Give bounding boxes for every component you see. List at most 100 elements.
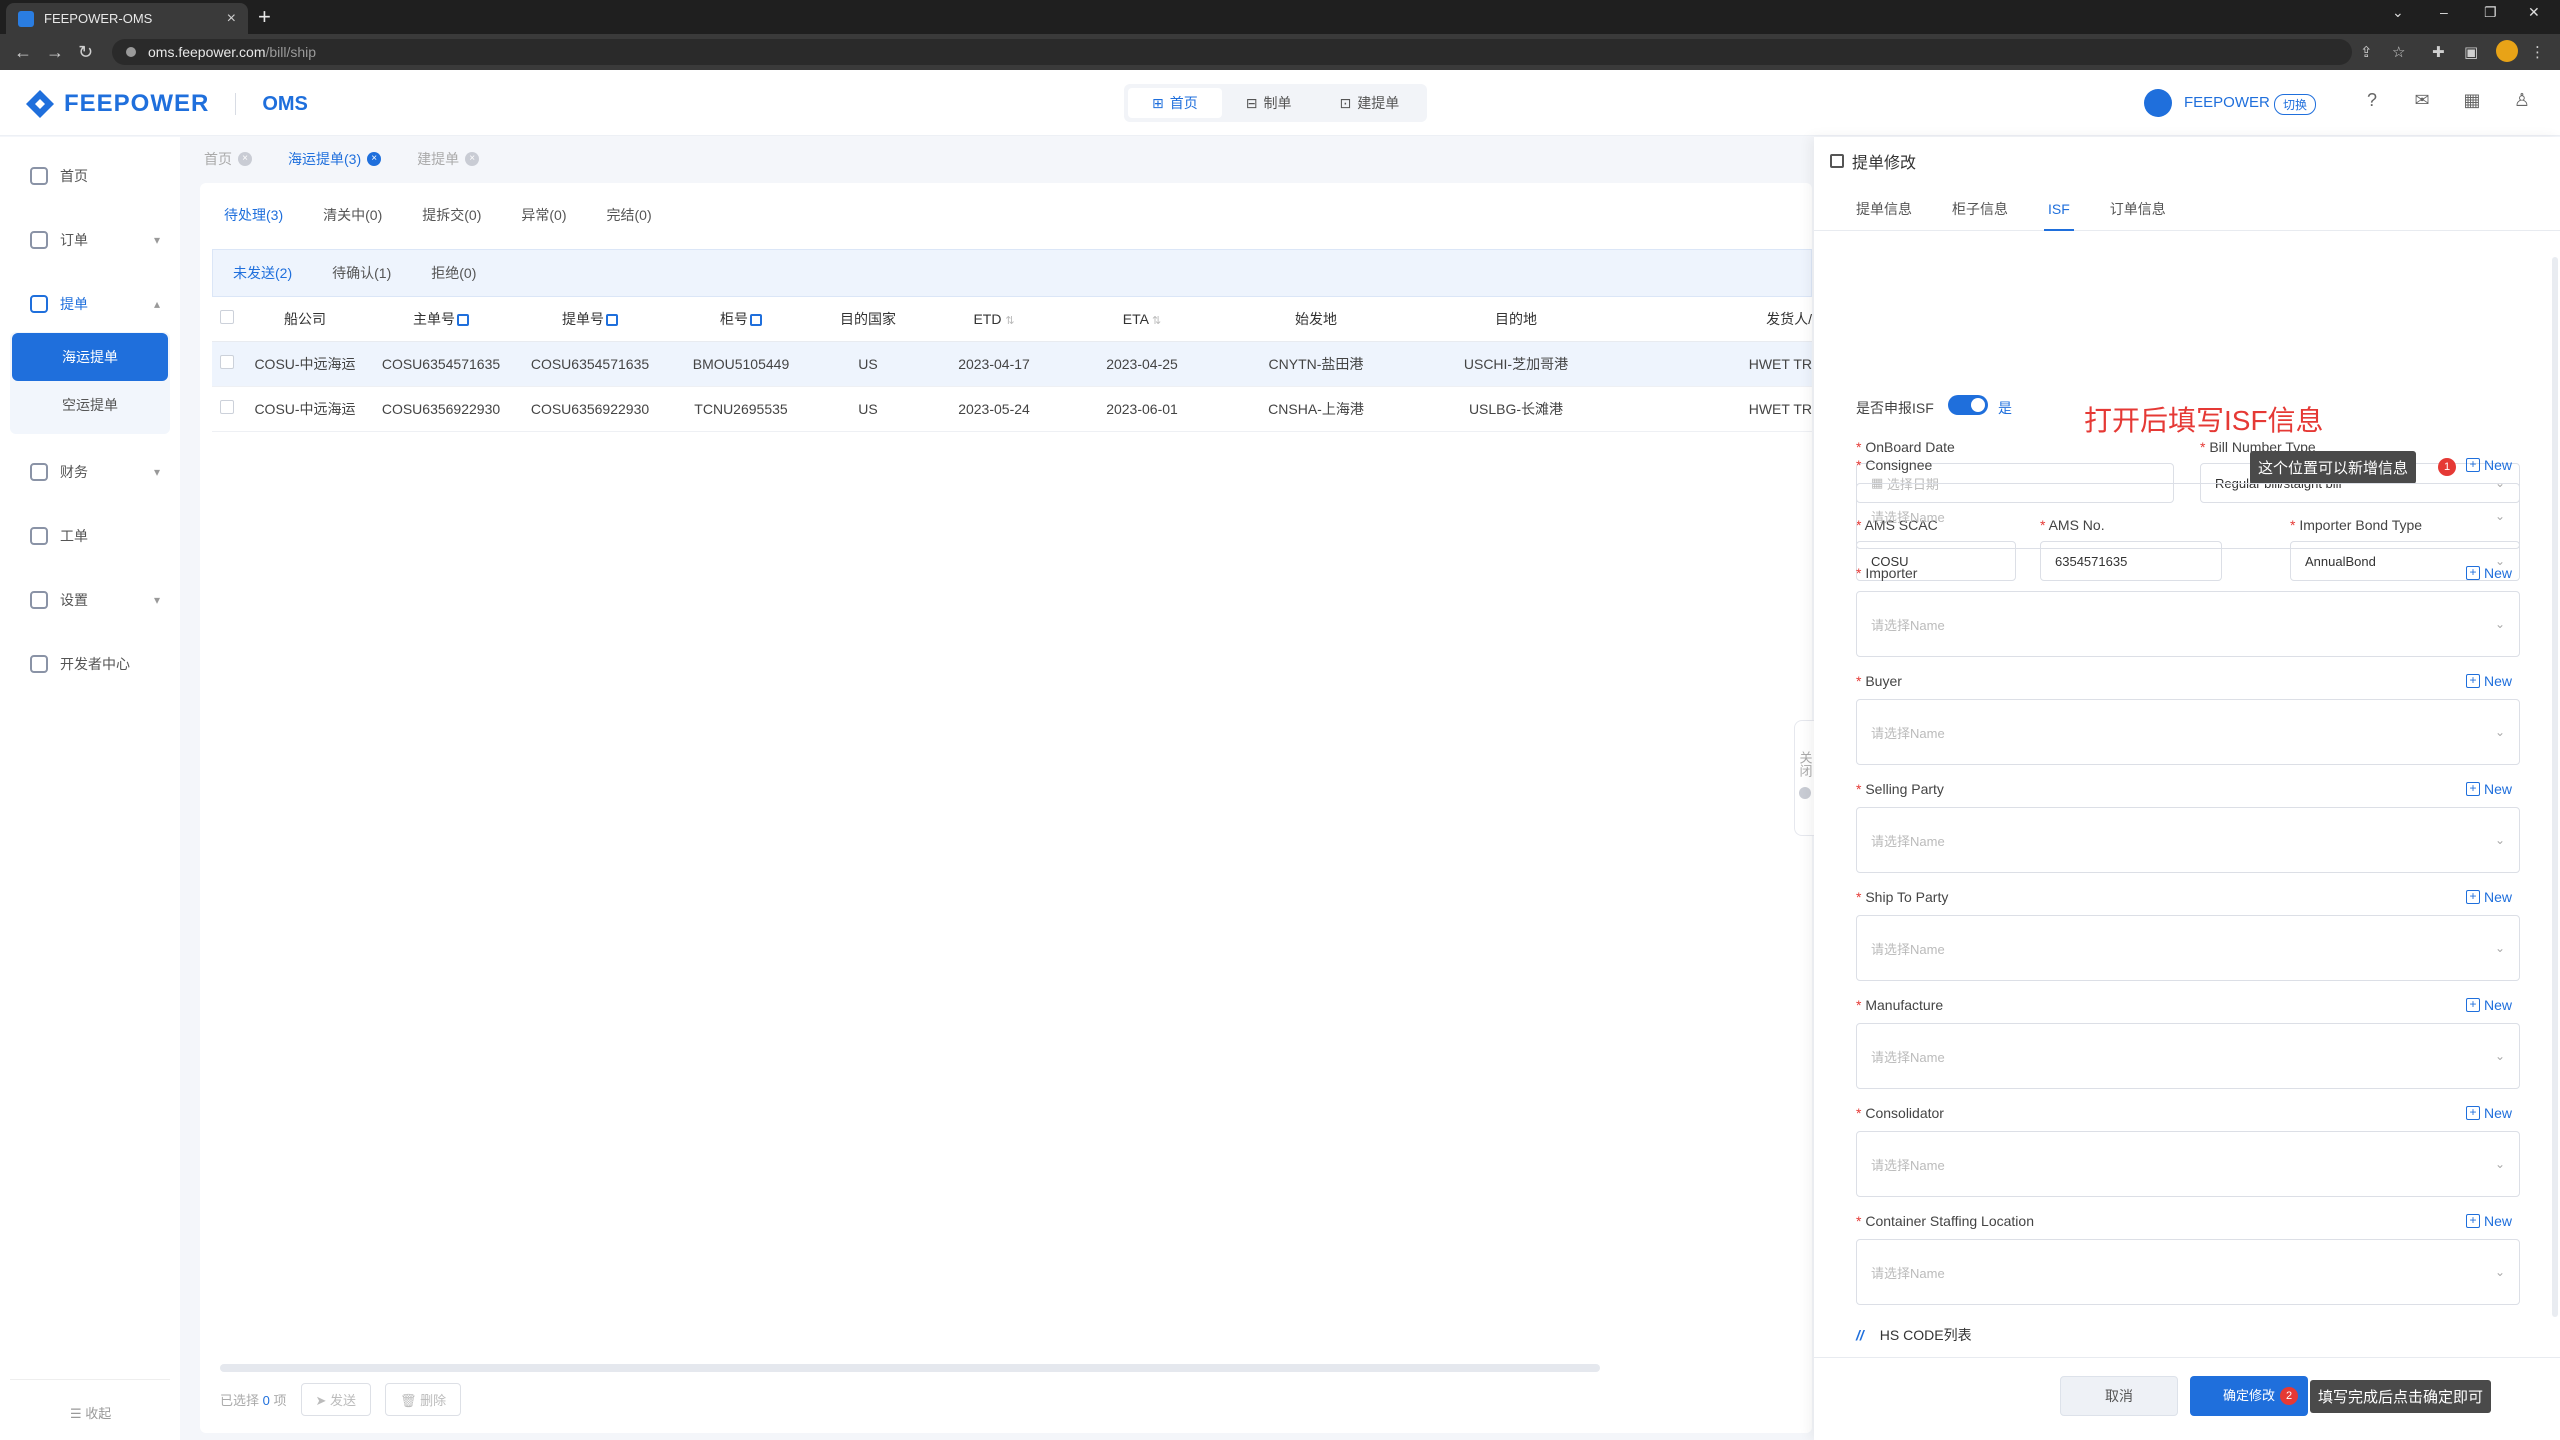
user-avatar[interactable] — [2144, 89, 2172, 117]
chevron-down-icon: ⌄ — [2494, 1049, 2505, 1063]
ship-to-party-select[interactable]: 请选择Name ⌄ — [1856, 915, 2520, 981]
sidebar-item-developer[interactable]: 开发者中心 — [0, 643, 180, 685]
url-path: /bill/ship — [265, 44, 317, 60]
tab-order-info[interactable]: 订单信息 — [2110, 199, 2166, 219]
close-icon[interactable]: × — [367, 152, 382, 166]
restore-icon[interactable]: ❐ — [2484, 4, 2497, 21]
star-icon[interactable]: ☆ — [2392, 43, 2405, 61]
table-row[interactable]: COSU-中远海运 COSU6354571635 COSU6354571635 … — [212, 341, 1812, 387]
container-location-select[interactable]: 请选择Name ⌄ — [1856, 1239, 2520, 1305]
page-tab-create-bill[interactable]: 建提单 × — [417, 149, 480, 169]
chevron-down-icon[interactable]: ⌄ — [2392, 4, 2404, 21]
drawer-scrollbar[interactable] — [2552, 257, 2558, 1317]
container-location-new-button[interactable]: + New — [2466, 1213, 2512, 1229]
table-row[interactable]: COSU-中远海运 COSU6356922930 COSU6356922930 … — [212, 386, 1812, 432]
consolidator-select[interactable]: 请选择Name ⌄ — [1856, 1131, 2520, 1197]
reload-icon[interactable]: ↻ — [78, 42, 93, 63]
row-checkbox[interactable] — [212, 341, 242, 387]
top-nav-create-bill[interactable]: ⊡ 建提单 — [1315, 88, 1423, 118]
copy-icon[interactable] — [457, 314, 469, 327]
close-icon[interactable]: × — [238, 152, 252, 166]
importer-new-button[interactable]: + New — [2466, 565, 2512, 581]
tab-rejected[interactable]: 拒绝(0) — [431, 263, 476, 283]
extensions-icon[interactable]: ✚ — [2432, 43, 2445, 61]
top-nav-home[interactable]: ⊞ 首页 — [1128, 88, 1222, 118]
sidebar-subitem-air-bill[interactable]: 空运提单 — [12, 381, 168, 429]
consignee-select[interactable]: 请选择Name ⌄ — [1856, 483, 2520, 549]
close-window-icon[interactable]: ✕ — [2528, 4, 2540, 21]
top-nav-make-order[interactable]: ⊟ 制单 — [1222, 88, 1316, 118]
minimize-icon[interactable]: – — [2440, 4, 2448, 20]
selling-party-select[interactable]: 请选择Name ⌄ — [1856, 807, 2520, 873]
user-icon[interactable]: ♙ — [2510, 90, 2534, 114]
tab-to-confirm[interactable]: 待确认(1) — [332, 263, 391, 283]
tab-bill-info[interactable]: 提单信息 — [1856, 199, 1912, 219]
manufacture-label: Manufacture — [1856, 997, 1943, 1013]
row-checkbox[interactable] — [212, 386, 242, 432]
column-header[interactable]: ETA ⇅ — [1068, 297, 1216, 342]
tab-exception[interactable]: 异常(0) — [521, 205, 566, 225]
selling-party-new-button[interactable]: + New — [2466, 781, 2512, 797]
calendar-icon[interactable]: ▦ — [2460, 90, 2484, 114]
plus-icon: + — [2466, 1214, 2480, 1228]
more-icon[interactable]: ⋮ — [2530, 43, 2545, 61]
select-all-checkbox[interactable] — [212, 297, 242, 342]
tab-delivery[interactable]: 提拆交(0) — [422, 205, 481, 225]
tab-pending[interactable]: 待处理(3) — [224, 205, 283, 225]
manufacture-new-button[interactable]: + New — [2466, 997, 2512, 1013]
message-icon[interactable]: ✉ — [2410, 90, 2434, 114]
sidebar-collapse-button[interactable]: ☰ 收起 — [70, 1403, 111, 1422]
cancel-button[interactable]: 取消 — [2060, 1376, 2178, 1416]
drawer-close-handle[interactable]: 关闭 — [1794, 720, 1814, 836]
new-tab-icon[interactable]: + — [258, 4, 271, 30]
browser-tab[interactable]: FEEPOWER-OMS × — [6, 3, 248, 34]
url-field[interactable]: oms.feepower.com/bill/ship — [112, 39, 2352, 65]
importer-select[interactable]: 请选择Name ⌄ — [1856, 591, 2520, 657]
tab-clearing[interactable]: 清关中(0) — [323, 205, 382, 225]
delete-button[interactable]: 🗑 删除 — [385, 1383, 462, 1416]
ship-to-party-new-button[interactable]: + New — [2466, 889, 2512, 905]
tab-unsent[interactable]: 未发送(2) — [233, 263, 292, 283]
sidepanel-icon[interactable]: ▣ — [2464, 43, 2478, 61]
copy-icon[interactable] — [606, 314, 618, 327]
close-tab-icon[interactable]: × — [227, 10, 236, 28]
sidebar-item-orders[interactable]: 订单 ▾ — [0, 219, 180, 261]
copy-icon[interactable] — [750, 314, 762, 327]
ticket-icon — [30, 527, 48, 545]
profile-avatar[interactable] — [2496, 40, 2518, 62]
plus-icon: + — [2466, 674, 2480, 688]
page-tab-sea-bill[interactable]: 海运提单(3) × — [288, 149, 382, 169]
tab-container-info[interactable]: 柜子信息 — [1952, 199, 2008, 219]
isf-toggle[interactable] — [1948, 395, 1988, 415]
help-icon[interactable]: ? — [2360, 90, 2384, 114]
page-tab-home[interactable]: 首页 × — [204, 149, 252, 169]
sidebar-item-finance[interactable]: 财务 ▾ — [0, 451, 180, 493]
table-header-row: 船公司 主单号 提单号 柜号 目的国家 ETD ⇅ ETA ⇅ 始发地 目的地 … — [212, 297, 1812, 342]
logo[interactable]: FEEPOWER OMS — [24, 88, 308, 120]
sidebar-item-home[interactable]: 首页 — [0, 155, 180, 197]
tab-isf[interactable]: ISF — [2044, 201, 2074, 231]
consignee-new-button[interactable]: + New — [2466, 457, 2512, 473]
feepower-logo-icon — [26, 90, 54, 118]
sidebar-item-settings[interactable]: 设置 ▾ — [0, 579, 180, 621]
horizontal-scrollbar[interactable] — [220, 1364, 1600, 1372]
column-header[interactable]: ETD ⇅ — [920, 297, 1068, 342]
edit-icon — [1830, 154, 1844, 168]
sidebar-item-bills[interactable]: 提单 ▴ — [0, 283, 180, 325]
sort-icon[interactable]: ⇅ — [1005, 315, 1014, 327]
sidebar-item-tickets[interactable]: 工单 — [0, 515, 180, 557]
switch-account-button[interactable]: 切换 — [2274, 94, 2317, 115]
forward-icon[interactable]: → — [46, 42, 64, 63]
manufacture-select[interactable]: 请选择Name ⌄ — [1856, 1023, 2520, 1089]
consolidator-new-button[interactable]: + New — [2466, 1105, 2512, 1121]
back-icon[interactable]: ← — [14, 42, 32, 63]
sort-icon[interactable]: ⇅ — [1152, 315, 1161, 327]
close-icon[interactable]: × — [465, 152, 480, 166]
user-name[interactable]: FEEPOWER — [2184, 94, 2270, 111]
sidebar-subitem-sea-bill[interactable]: 海运提单 — [12, 333, 168, 381]
share-icon[interactable]: ⇪ — [2360, 43, 2373, 61]
send-button[interactable]: ➤ 发送 — [300, 1383, 372, 1416]
buyer-new-button[interactable]: + New — [2466, 673, 2512, 689]
buyer-select[interactable]: 请选择Name ⌄ — [1856, 699, 2520, 765]
tab-finished[interactable]: 完结(0) — [607, 205, 652, 225]
